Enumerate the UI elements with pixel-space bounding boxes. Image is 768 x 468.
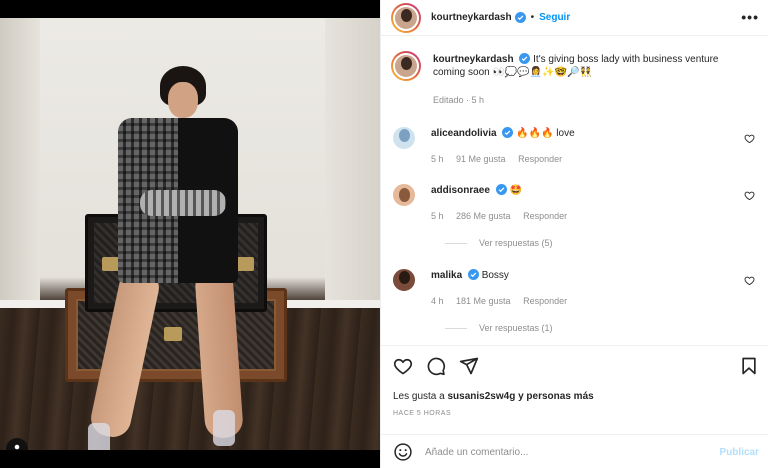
comments-list[interactable]: kourtneykardash It's giving boss lady wi… (381, 37, 768, 345)
commenter-avatar[interactable] (391, 125, 417, 151)
verified-badge-icon (519, 53, 531, 64)
likes-user[interactable]: susanis2sw4g (448, 391, 516, 402)
comment-likes[interactable]: 181 Me gusta (456, 296, 511, 306)
more-options-button[interactable]: ••• (741, 9, 759, 25)
comment-text: 🤩 (509, 185, 522, 196)
heart-icon[interactable] (393, 356, 413, 376)
publish-button[interactable]: Publicar (720, 447, 759, 458)
caption-author[interactable]: kourtneykardash (433, 54, 514, 65)
view-replies-button[interactable]: Ver respuestas (1) (445, 323, 553, 333)
send-icon[interactable] (459, 356, 479, 376)
replies-divider (445, 327, 467, 329)
likes-summary: Les gusta a susanis2sw4g y personas más (393, 391, 594, 402)
comment-meta: 4 h 181 Me gusta Responder (431, 296, 577, 306)
author-avatar[interactable] (391, 2, 421, 33)
emoji-icon[interactable] (393, 442, 413, 462)
right-shoe (213, 410, 235, 446)
author-avatar[interactable] (391, 51, 421, 81)
verified-badge-icon (514, 12, 526, 23)
instagram-post-modal: kourtneykardash • Seguir ••• kourtneykar… (0, 0, 768, 468)
commenter-username[interactable]: addisonraee (431, 185, 490, 196)
add-comment-bar: Publicar (381, 434, 768, 468)
comment-like-icon[interactable] (744, 190, 755, 201)
crossed-arms (140, 190, 226, 216)
verified-badge-icon (495, 184, 507, 195)
post-header: kourtneykardash • Seguir ••• (381, 0, 768, 36)
reply-button[interactable]: Responder (523, 211, 567, 221)
bookmark-icon[interactable] (739, 356, 759, 376)
comment-icon[interactable] (426, 356, 446, 376)
post-details-panel: kourtneykardash • Seguir ••• kourtneykar… (380, 0, 768, 468)
wall-shadow (0, 18, 40, 318)
posted-time[interactable]: HACE 5 HORAS (393, 410, 451, 417)
comment-meta: 5 h 286 Me gusta Responder (431, 211, 577, 221)
author-username[interactable]: kourtneykardash (431, 12, 512, 23)
face (168, 82, 198, 118)
comment-time[interactable]: 5 h (431, 211, 444, 221)
view-replies-button[interactable]: Ver respuestas (5) (445, 238, 553, 248)
view-replies-label: Ver respuestas (1) (479, 323, 553, 333)
view-replies-label: Ver respuestas (5) (479, 238, 553, 248)
likes-prefix: Les gusta a (393, 391, 445, 402)
comment-time[interactable]: 4 h (431, 296, 444, 306)
verified-badge-icon (502, 127, 514, 138)
comment-text: Bossy (481, 270, 509, 281)
user-tag-icon (14, 444, 20, 450)
commenter-avatar[interactable] (391, 182, 417, 208)
commenter-username[interactable]: malika (431, 270, 462, 281)
comment-time[interactable]: 5 h (431, 154, 444, 164)
likes-suffix[interactable]: y personas más (518, 391, 594, 402)
action-icons (393, 356, 479, 376)
wall-right (325, 18, 380, 318)
post-photo-pane (0, 0, 380, 468)
follow-button[interactable]: Seguir (539, 12, 570, 23)
commenter-avatar[interactable] (391, 267, 417, 293)
comment-text: 🔥🔥🔥 love (516, 128, 575, 139)
verified-badge-icon (467, 269, 479, 280)
post-photo[interactable] (0, 18, 380, 450)
comment-input[interactable] (425, 446, 695, 458)
replies-divider (445, 242, 467, 244)
separator-dot: • (530, 12, 535, 23)
comment-meta: 5 h 91 Me gusta Responder (431, 154, 572, 164)
comment-like-icon[interactable] (744, 133, 755, 144)
commenter-username[interactable]: aliceandolivia (431, 128, 497, 139)
reply-button[interactable]: Responder (523, 296, 567, 306)
caption-meta: Editado · 5 h (433, 95, 485, 105)
comment-like-icon[interactable] (744, 275, 755, 286)
reply-button[interactable]: Responder (518, 154, 562, 164)
post-actions: Les gusta a susanis2sw4g y personas más … (381, 345, 768, 468)
left-shoe (88, 423, 110, 450)
comment-likes[interactable]: 91 Me gusta (456, 154, 506, 164)
comment-likes[interactable]: 286 Me gusta (456, 211, 511, 221)
